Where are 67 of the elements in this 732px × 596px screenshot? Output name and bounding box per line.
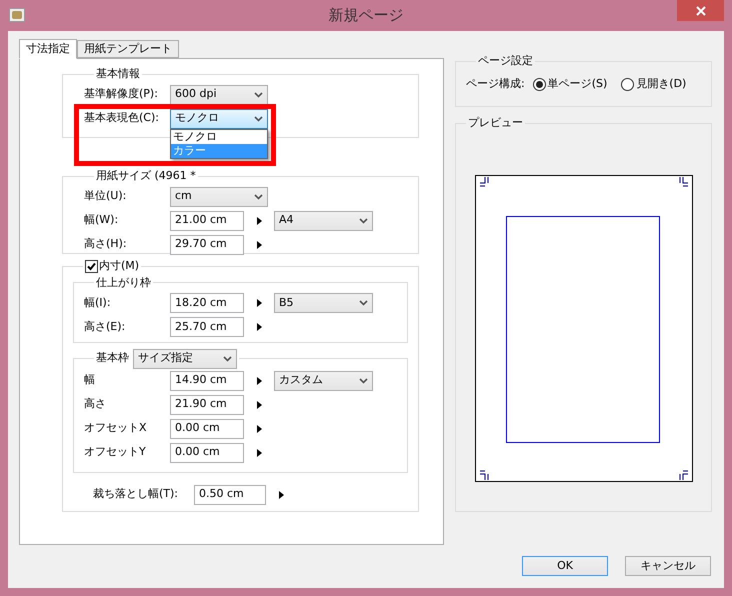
input-field[interactable]: 0.00 cm bbox=[170, 418, 244, 438]
chevron-down-icon bbox=[359, 300, 368, 306]
tab[interactable]: 用紙テンプレート bbox=[77, 40, 179, 58]
dialog-button[interactable]: キャンセル bbox=[625, 556, 711, 576]
radio-button[interactable] bbox=[532, 78, 546, 91]
chevron-down-icon bbox=[223, 356, 232, 362]
close-button[interactable] bbox=[677, 0, 724, 21]
arrow-right-icon[interactable] bbox=[256, 448, 262, 456]
input-field[interactable]: 18.20 cm bbox=[170, 293, 244, 313]
close-icon bbox=[696, 6, 706, 16]
dialog-button[interactable]: OK bbox=[522, 556, 608, 576]
input-field[interactable]: 21.00 cm bbox=[170, 210, 244, 230]
arrow-right-icon[interactable] bbox=[256, 216, 262, 224]
preset-dropdown[interactable]: A4 bbox=[274, 210, 373, 230]
field-label: 単位(U): bbox=[84, 188, 128, 204]
arrow-right-icon[interactable] bbox=[256, 424, 262, 432]
tab[interactable]: 寸法指定 bbox=[19, 39, 77, 59]
field-label: 幅(I): bbox=[84, 294, 112, 311]
field-label: オフセットX bbox=[84, 420, 148, 436]
checkbox[interactable] bbox=[85, 260, 98, 273]
field-label: 基本表現色(C): bbox=[84, 110, 160, 126]
field-label: 幅(W): bbox=[84, 212, 120, 228]
input-field[interactable]: 29.70 cm bbox=[170, 234, 244, 254]
preset-dropdown[interactable]: B5 bbox=[274, 293, 373, 313]
radio-label: 見開き(D) bbox=[636, 76, 686, 92]
preset-dropdown[interactable]: カスタム bbox=[274, 370, 373, 390]
chevron-down-icon bbox=[359, 378, 368, 384]
window-title: 新規ページ bbox=[328, 5, 404, 26]
input-field[interactable]: 14.90 cm bbox=[170, 370, 244, 390]
mode-dropdown[interactable]: サイズ指定 bbox=[133, 348, 237, 368]
check-icon bbox=[87, 262, 96, 271]
dropdown-option[interactable]: モノクロ bbox=[171, 130, 267, 144]
group-title: 用紙サイズ (4961 * bbox=[96, 169, 196, 182]
arrow-right-icon[interactable] bbox=[256, 376, 262, 384]
dropdown[interactable]: モノクロ bbox=[170, 108, 268, 128]
input-field[interactable]: 0.00 cm bbox=[170, 442, 244, 462]
field-label: 高さ(H): bbox=[84, 236, 128, 252]
dropdown[interactable]: 600 dpi bbox=[170, 84, 268, 104]
radio-label: 単ページ(S) bbox=[548, 76, 608, 92]
chevron-down-icon bbox=[254, 116, 263, 122]
field-label: ページ構成: bbox=[466, 76, 525, 92]
group-title: プレビュー bbox=[468, 116, 523, 129]
arrow-right-icon[interactable] bbox=[256, 299, 262, 307]
group-title: 基本情報 bbox=[96, 67, 140, 80]
group-title: 仕上がり枠 bbox=[96, 276, 151, 288]
chevron-down-icon bbox=[254, 92, 263, 98]
field-label: 幅 bbox=[84, 372, 96, 388]
arrow-right-icon[interactable] bbox=[256, 240, 262, 248]
group-title: 基本枠 bbox=[96, 350, 129, 366]
field-label: 高さ(E): bbox=[84, 318, 126, 335]
chevron-down-icon bbox=[254, 194, 263, 200]
input-field[interactable]: 0.50 cm bbox=[194, 484, 266, 504]
field-label: 高さ bbox=[84, 396, 107, 412]
field-label: 基準解像度(P): bbox=[84, 86, 159, 102]
arrow-right-icon[interactable] bbox=[278, 490, 284, 498]
arrow-right-icon[interactable] bbox=[256, 323, 262, 331]
input-field[interactable]: 25.70 cm bbox=[170, 317, 244, 337]
arrow-right-icon[interactable] bbox=[256, 400, 262, 408]
app-icon bbox=[9, 8, 25, 22]
field-label: オフセットY bbox=[84, 444, 147, 460]
input-field[interactable]: 21.90 cm bbox=[170, 394, 244, 414]
field-label: 裁ち落とし幅(T): bbox=[93, 486, 180, 502]
checkbox-label: 内寸(M) bbox=[99, 258, 140, 274]
dropdown[interactable]: cm bbox=[170, 186, 268, 206]
chevron-down-icon bbox=[359, 218, 368, 224]
group-title: ページ設定 bbox=[478, 54, 533, 67]
radio-button[interactable] bbox=[621, 78, 634, 91]
